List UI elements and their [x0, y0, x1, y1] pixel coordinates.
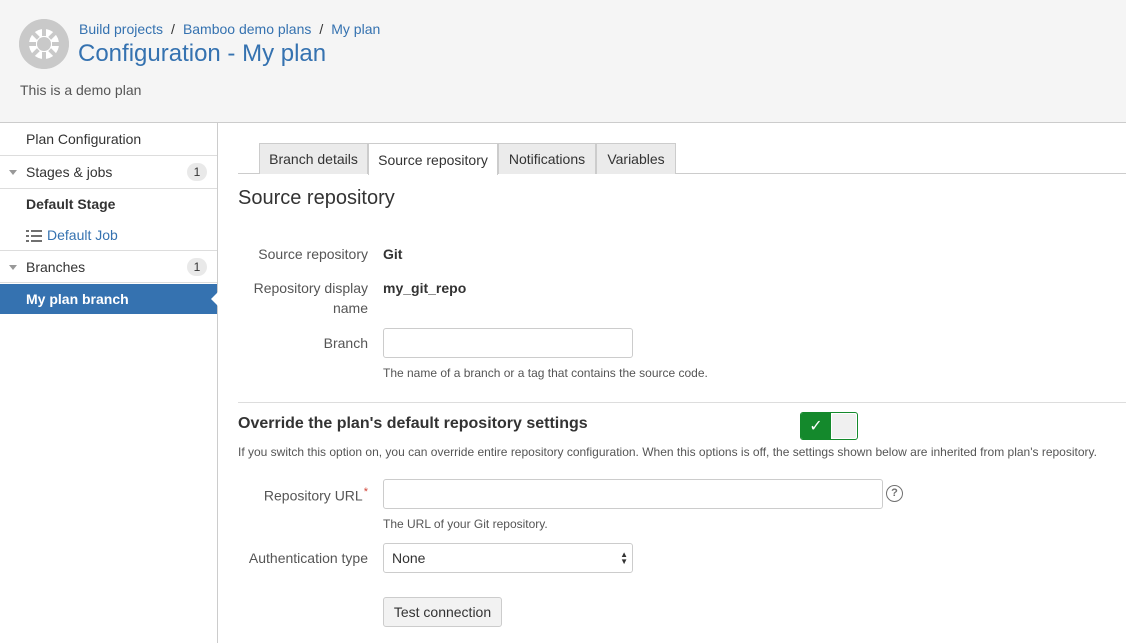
breadcrumb-separator: /: [171, 21, 175, 37]
sidebar-item-plan-configuration[interactable]: Plan Configuration: [0, 123, 217, 156]
section-divider: [238, 402, 1126, 403]
source-repository-label: Source repository: [258, 246, 368, 262]
sidebar-item-default-stage[interactable]: Default Stage: [0, 189, 217, 219]
section-title: Source repository: [238, 187, 395, 209]
toggle-knob: [832, 414, 856, 438]
job-list-icon: [26, 229, 42, 242]
override-title: Override the plan's default repository s…: [238, 415, 588, 432]
branches-count-badge: 1: [187, 257, 207, 276]
check-icon: ✓: [801, 413, 831, 439]
tab-notifications[interactable]: Notifications: [498, 143, 596, 174]
tab-source-repository[interactable]: Source repository: [368, 143, 498, 175]
display-name-value: my_git_repo: [383, 280, 467, 296]
sidebar-item-label: Branches: [26, 258, 86, 275]
sidebar-item-label: Default Stage: [26, 196, 116, 212]
page-header: Build projects / Bamboo demo plans / My plan…: [0, 0, 1126, 123]
sidebar-item-branches[interactable]: Branches 1: [0, 251, 217, 283]
breadcrumb-separator: /: [319, 21, 324, 37]
sidebar-item-stages-jobs[interactable]: Stages & jobs 1: [0, 156, 217, 189]
sidebar-item-label: Default Job: [47, 226, 118, 243]
page-title: Configuration - My plan: [78, 40, 327, 67]
sidebar-item-label: My plan branch: [26, 291, 129, 307]
repository-url-input[interactable]: [383, 479, 883, 509]
active-pointer-icon: [211, 292, 218, 306]
plan-description: This is a demo plan: [20, 82, 142, 98]
repository-url-label-text: Repository URL: [263, 487, 363, 504]
sidebar-item-label: Stages & jobs: [26, 164, 113, 180]
breadcrumb-my-plan[interactable]: My plan: [331, 21, 380, 37]
breadcrumb-bamboo-demo-plans[interactable]: Bamboo demo plans: [183, 21, 311, 37]
select-arrows-icon: ▲ ▼: [620, 550, 628, 566]
override-description: If you switch this option on, you can ov…: [238, 445, 1097, 459]
breadcrumb-build-projects[interactable]: Build projects: [79, 21, 163, 37]
repository-url-label: Repository URL*: [264, 482, 368, 506]
test-connection-button[interactable]: Test connection: [383, 597, 502, 627]
branch-input[interactable]: [383, 328, 633, 358]
auth-type-select[interactable]: None ▲ ▼: [383, 543, 633, 573]
sidebar: Plan Configuration Stages & jobs 1 Defau…: [0, 123, 218, 643]
source-repository-value: Git: [383, 246, 403, 262]
breadcrumb: Build projects / Bamboo demo plans / My plan: [79, 21, 380, 37]
sidebar-item-label: Plan Configuration: [26, 131, 142, 147]
display-name-label: Repository display name: [253, 280, 368, 316]
required-marker: *: [363, 486, 368, 498]
collapse-triangle-icon[interactable]: [9, 264, 17, 270]
repository-url-hint: The URL of your Git repository.: [383, 517, 548, 531]
tab-bar: Branch details Source repository Notific…: [238, 143, 1126, 175]
sidebar-item-my-plan-branch[interactable]: My plan branch: [0, 284, 218, 314]
branch-hint: The name of a branch or a tag that conta…: [383, 366, 708, 380]
auth-type-label: Authentication type: [248, 550, 368, 566]
stages-count-badge: 1: [187, 163, 207, 181]
branch-label: Branch: [323, 335, 368, 351]
help-icon[interactable]: ?: [886, 485, 903, 502]
tab-branch-details[interactable]: Branch details: [259, 143, 368, 174]
sidebar-item-default-job[interactable]: Default Job: [0, 219, 217, 251]
collapse-triangle-icon[interactable]: [9, 170, 17, 175]
tab-variables[interactable]: Variables: [596, 143, 676, 174]
auth-type-selected: None: [392, 550, 426, 566]
override-toggle[interactable]: ✓: [800, 412, 858, 440]
project-avatar-icon: [19, 19, 69, 69]
